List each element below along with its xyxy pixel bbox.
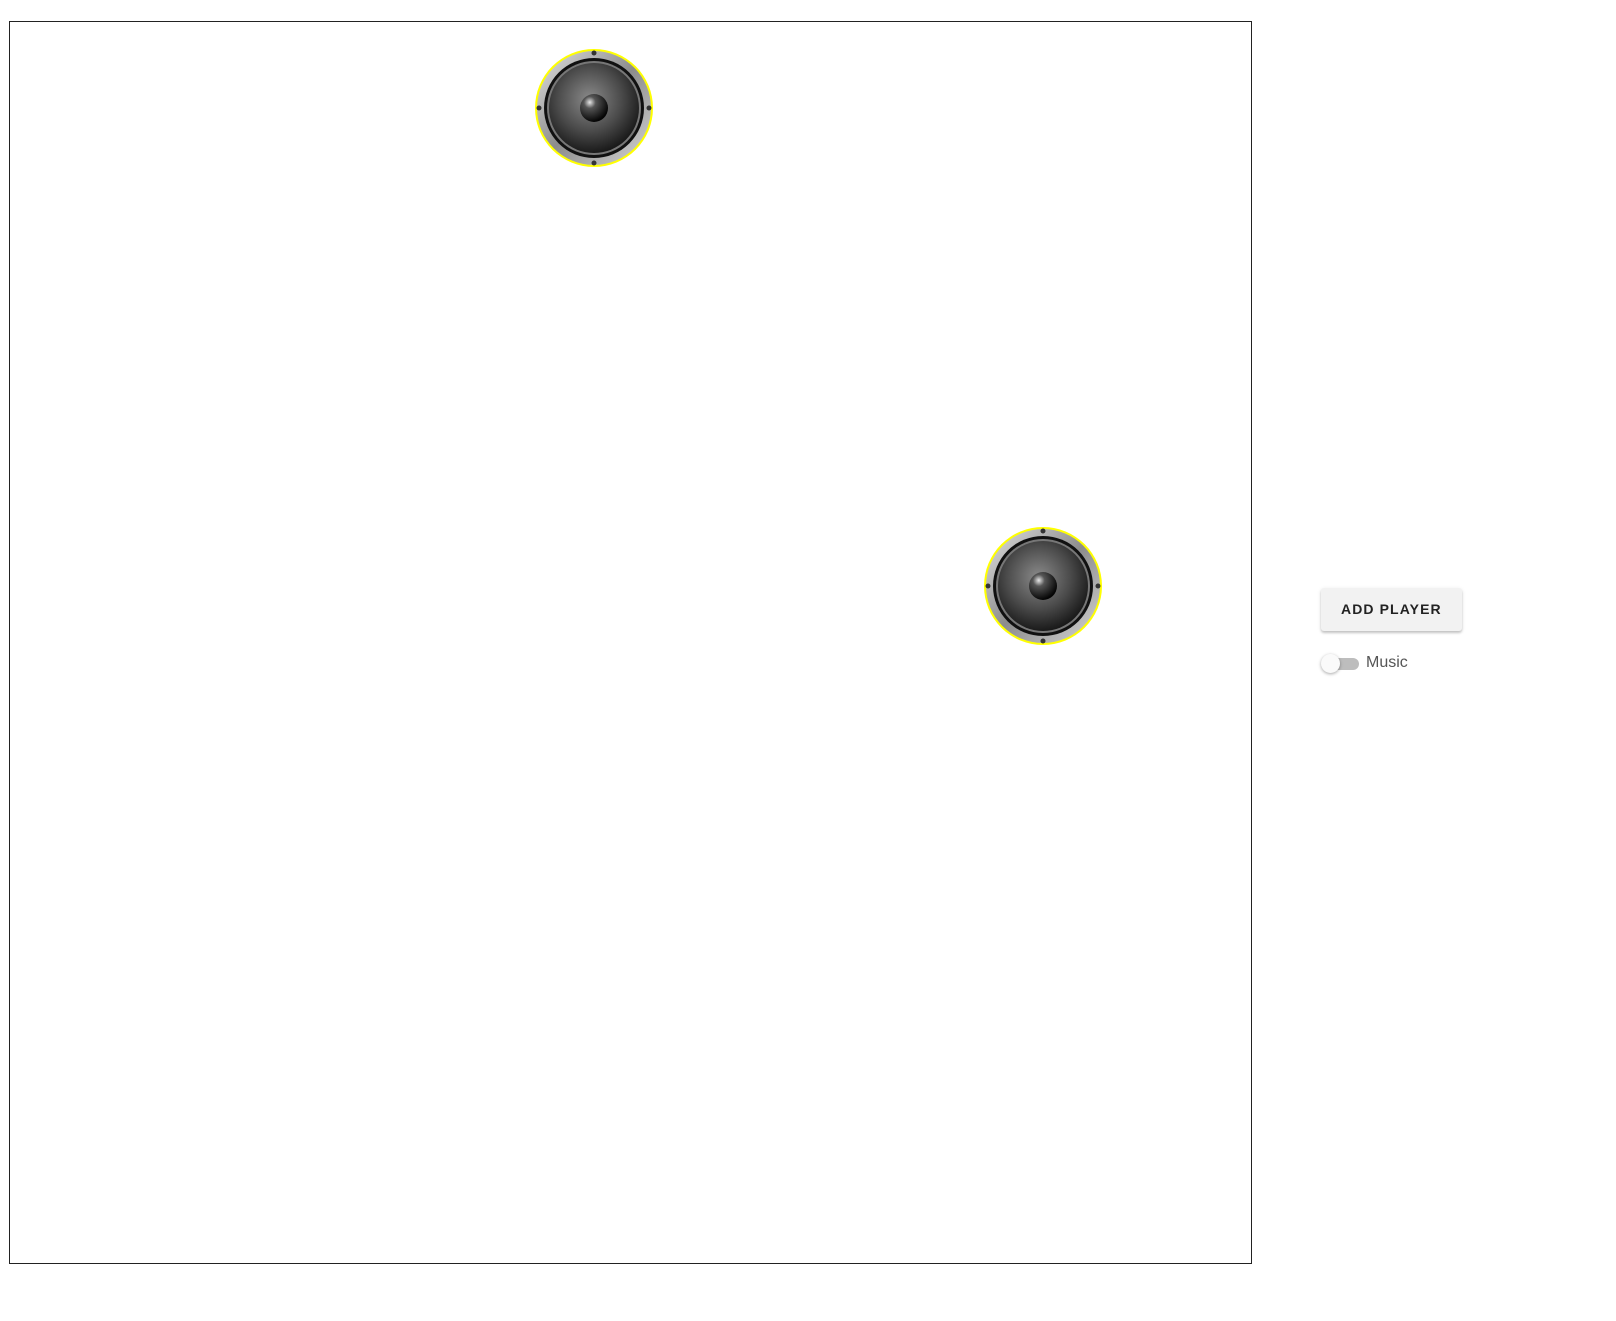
stage-canvas[interactable] [9,21,1252,1264]
music-toggle-label: Music [1366,654,1408,671]
speaker-icon[interactable] [982,525,1104,647]
music-toggle[interactable] [1321,653,1359,673]
toggle-thumb [1321,654,1340,673]
add-player-button[interactable]: ADD PLAYER [1321,588,1462,631]
controls-panel: ADD PLAYER Music [1321,588,1521,675]
speaker-icon[interactable] [533,47,655,169]
music-toggle-row: Music [1321,651,1521,675]
